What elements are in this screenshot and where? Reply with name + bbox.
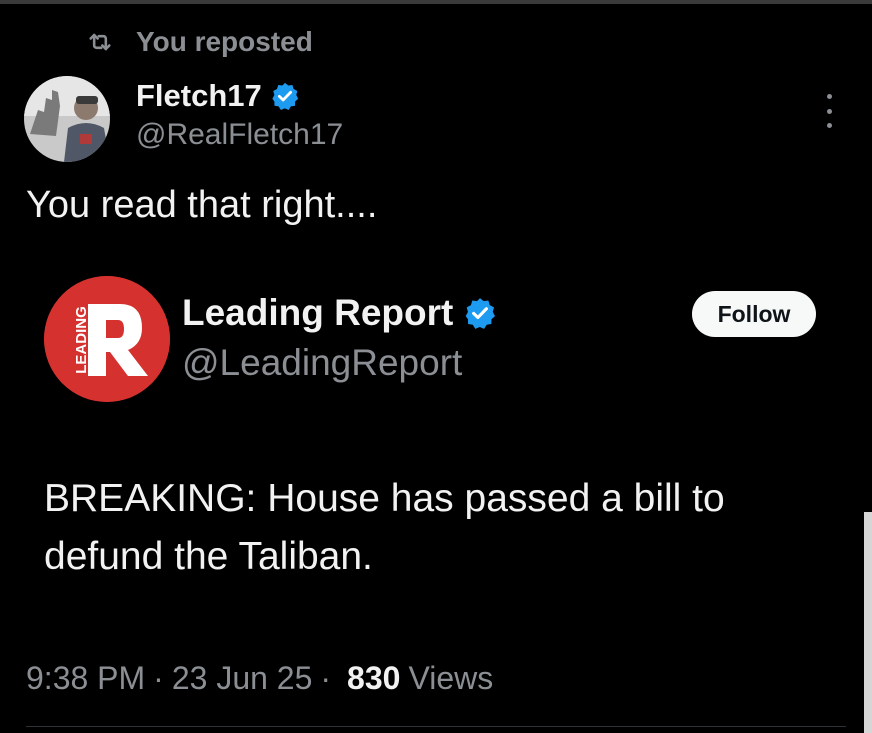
follow-button[interactable]: Follow xyxy=(692,291,816,337)
repost-indicator: You reposted xyxy=(86,22,313,62)
verified-badge-icon xyxy=(466,298,496,329)
leading-report-logo[interactable]: LEADING xyxy=(44,276,170,402)
logo-text: LEADING xyxy=(73,306,90,374)
top-border xyxy=(0,0,872,4)
author-name-row: Fletch17 xyxy=(136,78,300,114)
meta-separator: · xyxy=(320,660,332,696)
tweet-date[interactable]: 23 Jun 25 xyxy=(172,660,313,697)
quoted-name-row: Leading Report xyxy=(182,292,497,334)
scrollbar[interactable] xyxy=(864,512,872,733)
divider xyxy=(26,726,846,727)
verified-badge-icon xyxy=(272,82,299,110)
tweet-time[interactable]: 9:38 PM xyxy=(26,660,145,697)
repost-icon xyxy=(89,33,111,51)
views-label: Views xyxy=(408,660,494,696)
tweet-meta: 9:38 PM · 23 Jun 25 · 830 Views xyxy=(26,660,493,697)
repost-label: You reposted xyxy=(136,26,313,57)
tweet-text: You read that right.... xyxy=(26,184,378,226)
quoted-display-name[interactable]: Leading Report xyxy=(182,292,453,334)
views-count: 830 xyxy=(347,660,401,696)
author-avatar[interactable] xyxy=(24,76,110,162)
meta-separator: · xyxy=(153,660,164,696)
quoted-handle[interactable]: @LeadingReport xyxy=(182,342,462,384)
quoted-body-text: BREAKING: House has passed a bill to def… xyxy=(44,477,725,578)
more-options-icon[interactable] xyxy=(814,94,844,128)
author-handle[interactable]: @RealFletch17 xyxy=(136,118,343,152)
author-display-name[interactable]: Fletch17 xyxy=(136,78,262,114)
